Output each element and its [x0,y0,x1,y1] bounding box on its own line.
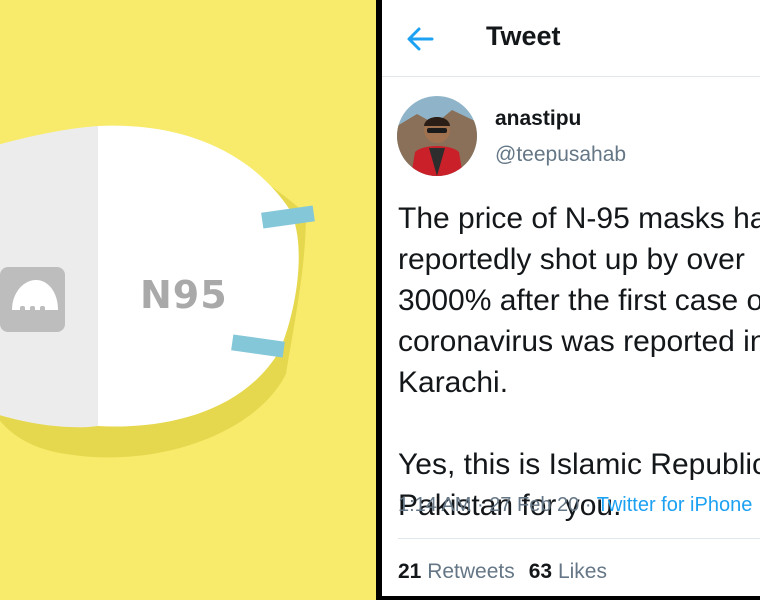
tweet-stats: 21 Retweets 63 Likes [398,560,607,584]
retweets-label: Retweets [427,560,515,583]
tweet-text: The price of N-95 masks has reportedly s… [398,202,760,522]
n95-mask-illustration: N95 [0,0,376,600]
display-name[interactable]: anastipu [495,107,581,131]
avatar-photo [397,96,477,176]
likes-label: Likes [557,560,607,583]
tweet-header: Tweet [382,0,760,77]
tweet-date: 27 Feb 20 [489,494,580,516]
tweet-source-link[interactable]: Twitter for iPhone [597,494,753,516]
retweets-count: 21 [398,560,422,583]
mask-label: N95 [140,273,228,317]
tweet-meta: 1:14 AM · 27 Feb 20 · Twitter for iPhone [398,494,752,517]
meta-separator: · [476,494,484,516]
tweet-time: 1:14 AM [398,494,472,516]
divider [398,538,760,539]
likes-count: 63 [528,560,553,583]
likes-link[interactable]: 63 Likes [529,560,607,583]
user-handle[interactable]: @teepusahab [495,143,626,167]
meta-separator: · [584,494,592,516]
arrow-left-icon[interactable] [406,24,436,54]
page-title: Tweet [486,21,561,51]
tweet-panel: Tweet anastipu @teepusahab The price of … [382,0,760,600]
avatar[interactable] [397,96,477,176]
retweets-link[interactable]: 21 Retweets [398,560,515,583]
